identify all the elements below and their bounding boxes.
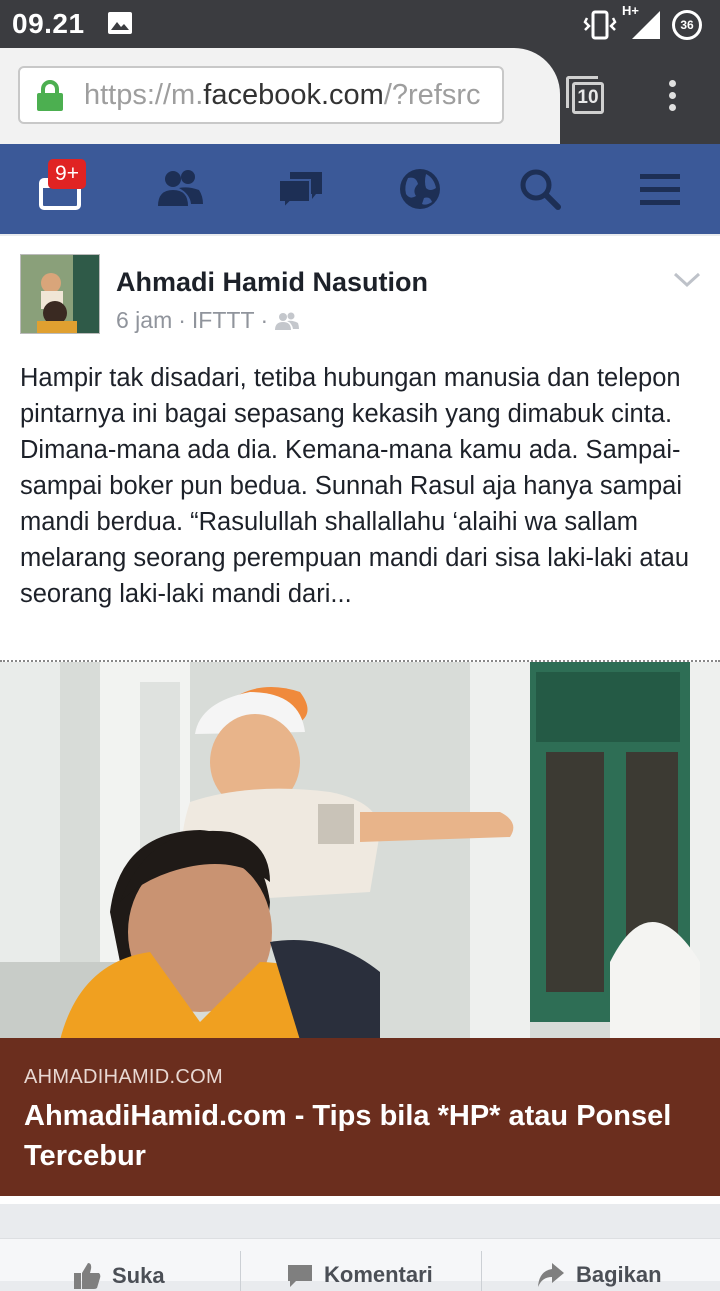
signal-icon: H+: [622, 3, 662, 41]
meta-separator: ·: [260, 307, 269, 333]
share-label: Bagikan: [576, 1262, 662, 1287]
preview-photo: [0, 662, 720, 1040]
divider: [240, 1251, 241, 1291]
notification-badge: 9+: [48, 159, 86, 189]
comment-icon: [288, 1265, 312, 1287]
status-time: 09.21: [12, 8, 85, 39]
post-text: Hampir tak disadari, tetiba hubungan man…: [20, 364, 690, 608]
post-app: IFTTT: [191, 307, 255, 333]
url-host: facebook.com: [203, 79, 384, 111]
search-icon[interactable]: [516, 166, 566, 212]
comment-label: Komentari: [324, 1262, 433, 1287]
tabs-icon: 10: [572, 82, 604, 114]
share-button[interactable]: Bagikan: [536, 1261, 662, 1289]
friends-icon[interactable]: [155, 166, 205, 212]
avatar[interactable]: [20, 254, 100, 334]
overflow-menu-icon[interactable]: [664, 80, 680, 114]
divider: [481, 1251, 482, 1291]
status-bar: 09.21 H+ 36: [0, 0, 720, 48]
post-card: Ahmadi Hamid Nasution 6 jam · IFTTT · Ha…: [0, 236, 720, 1204]
post-action-bar: Suka Komentari Bagikan: [0, 1238, 720, 1291]
tab-count: 10: [577, 87, 599, 108]
thumbs-up-icon: [74, 1263, 101, 1289]
friends-audience-icon: [275, 312, 300, 330]
post-time[interactable]: 6 jam: [116, 307, 172, 334]
comment-button[interactable]: Komentari: [286, 1261, 433, 1289]
url-suffix: /?refsrc: [383, 79, 481, 111]
facebook-nav-bar: 9+: [0, 144, 720, 234]
like-button[interactable]: Suka: [72, 1261, 165, 1291]
link-domain: AHMADIHAMID.COM: [24, 1066, 223, 1088]
tabs-button[interactable]: 10: [566, 76, 604, 114]
url-text: https://m.facebook.com/?refsrc: [84, 79, 481, 112]
globe-icon[interactable]: [396, 166, 446, 212]
url-bar[interactable]: https://m.facebook.com/?refsrc: [18, 66, 504, 124]
author-name[interactable]: Ahmadi Hamid Nasution: [116, 267, 428, 298]
vibrate-icon: [583, 10, 617, 40]
lock-icon: [37, 80, 63, 111]
url-prefix: https://m.: [84, 79, 204, 111]
chevron-down-icon[interactable]: [672, 270, 702, 290]
post-meta: 6 jam · IFTTT ·: [116, 307, 300, 334]
battery-icon: 36: [672, 10, 702, 40]
messages-icon[interactable]: [276, 166, 326, 212]
link-preview-caption[interactable]: AHMADIHAMID.COM AhmadiHamid.com - Tips b…: [0, 1038, 720, 1196]
battery-level: 36: [680, 18, 694, 32]
status-icons: H+ 36: [582, 3, 702, 42]
avatar-photo: [21, 255, 99, 333]
link-title[interactable]: AhmadiHamid.com - Tips bila *HP* atau Po…: [24, 1096, 684, 1176]
photo-icon: [108, 12, 132, 34]
like-label: Suka: [112, 1263, 165, 1288]
menu-icon[interactable]: [636, 166, 686, 212]
link-preview-image[interactable]: [0, 660, 720, 1040]
browser-toolbar: https://m.facebook.com/?refsrc 10: [0, 48, 720, 144]
meta-separator: ·: [178, 307, 186, 333]
share-icon: [538, 1263, 564, 1287]
network-type: H+: [622, 3, 639, 18]
